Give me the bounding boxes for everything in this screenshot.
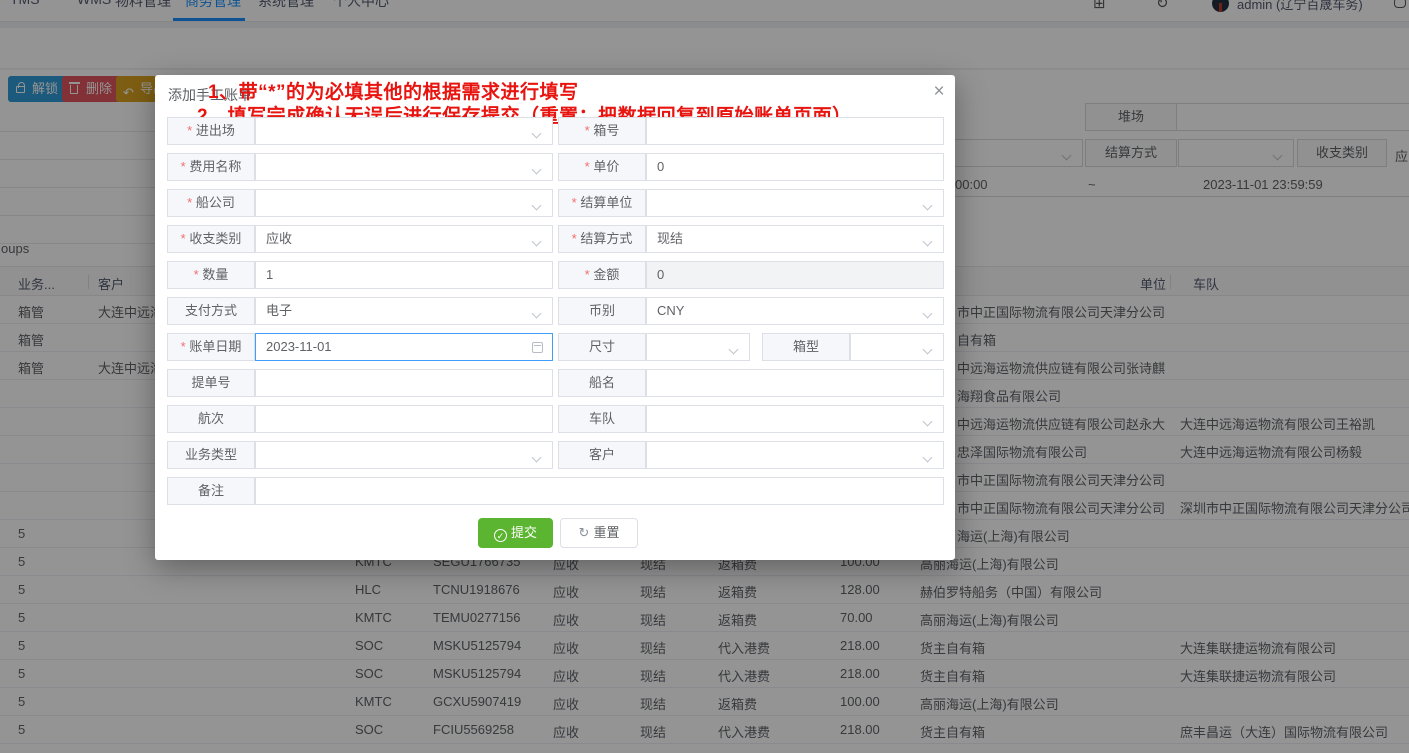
field-select[interactable] — [646, 333, 750, 361]
field-label: 数量 — [167, 261, 255, 289]
field-label: 尺寸 — [558, 333, 646, 361]
app-screen: TMSWMS物料管理商务管理系统管理个人中心 ⊞ ↻ admin (辽宁百晟车务… — [0, 0, 1409, 753]
check-circle-icon: ✓ — [493, 529, 507, 542]
chevron-down-icon — [922, 452, 933, 463]
field-label: 结算单位 — [558, 189, 646, 217]
field-input[interactable]: 1 — [255, 261, 553, 289]
chevron-down-icon — [922, 308, 933, 319]
field-label: 箱号 — [558, 117, 646, 145]
field-select[interactable] — [255, 153, 553, 181]
field-label: 币别 — [558, 297, 646, 325]
field-input[interactable]: 0 — [646, 153, 944, 181]
field-label: 船公司 — [167, 189, 255, 217]
calendar-icon — [532, 342, 543, 353]
field-label: 业务类型 — [167, 441, 255, 469]
field-input[interactable] — [646, 117, 944, 145]
add-manual-bill-dialog: 添加手工账单 × 1、带“*”的为必填其他的根据需求进行填写 2、填写完成确认无… — [155, 75, 955, 560]
chevron-down-icon — [922, 344, 933, 355]
field-label: 结算方式 — [558, 225, 646, 253]
field-label: 提单号 — [167, 369, 255, 397]
field-label: 费用名称 — [167, 153, 255, 181]
field-select[interactable]: 现结 — [646, 225, 944, 253]
field-select[interactable]: 应收 — [255, 225, 553, 253]
field-label: 箱型 — [762, 333, 850, 361]
chevron-down-icon — [531, 236, 542, 247]
field-input[interactable] — [255, 405, 553, 433]
field-label: 客户 — [558, 441, 646, 469]
field-label: 进出场 — [167, 117, 255, 145]
field-label: 船名 — [558, 369, 646, 397]
field-label: 备注 — [167, 477, 255, 505]
field-label: 支付方式 — [167, 297, 255, 325]
field-select[interactable]: 电子 — [255, 297, 553, 325]
field-select[interactable] — [255, 441, 553, 469]
chevron-down-icon — [531, 308, 542, 319]
field-select[interactable] — [646, 189, 944, 217]
chevron-down-icon — [922, 200, 933, 211]
field-date[interactable]: 2023-11-01 — [255, 333, 553, 361]
field-label: 单价 — [558, 153, 646, 181]
close-icon[interactable]: × — [927, 80, 951, 104]
field-label: 收支类别 — [167, 225, 255, 253]
chevron-down-icon — [531, 128, 542, 139]
chevron-down-icon — [531, 164, 542, 175]
chevron-down-icon — [531, 200, 542, 211]
submit-button[interactable]: ✓ 提交 — [478, 518, 553, 548]
field-input[interactable]: 0 — [646, 261, 944, 289]
field-select[interactable] — [255, 117, 553, 145]
reset-circle-icon: ↻ — [578, 525, 590, 540]
field-select[interactable] — [646, 441, 944, 469]
chevron-down-icon — [922, 236, 933, 247]
field-label: 航次 — [167, 405, 255, 433]
chevron-down-icon — [531, 452, 542, 463]
annotation-line-1: 1、带“*”的为必填其他的根据需求进行填写 — [208, 82, 579, 103]
field-select[interactable]: CNY — [646, 297, 944, 325]
field-label: 车队 — [558, 405, 646, 433]
field-select[interactable] — [850, 333, 944, 361]
field-input[interactable] — [646, 369, 944, 397]
chevron-down-icon — [728, 344, 739, 355]
field-label: 金额 — [558, 261, 646, 289]
field-select[interactable] — [255, 189, 553, 217]
field-select[interactable] — [646, 405, 944, 433]
chevron-down-icon — [922, 416, 933, 427]
field-input[interactable] — [255, 477, 944, 505]
reset-button[interactable]: ↻ 重置 — [560, 518, 638, 548]
field-input[interactable] — [255, 369, 553, 397]
field-label: 账单日期 — [167, 333, 255, 361]
